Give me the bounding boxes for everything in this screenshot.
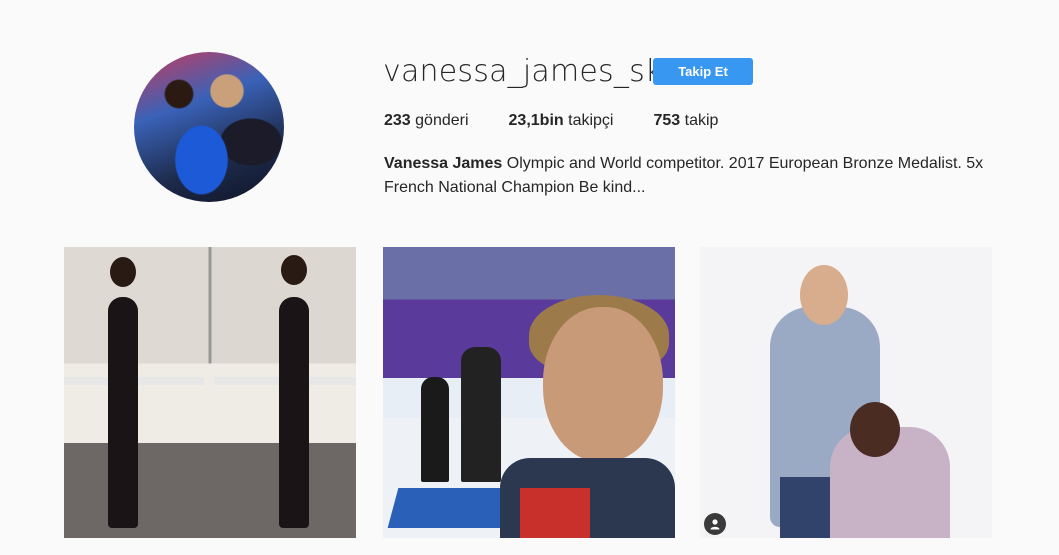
profile-bio: Vanessa James Olympic and World competit… <box>384 152 984 200</box>
followers-label: takipçi <box>568 112 614 129</box>
bio-name: Vanessa James <box>384 155 503 172</box>
following-label: takip <box>684 112 719 129</box>
post-image-flag <box>387 488 519 528</box>
following-stat[interactable]: 753 takip <box>653 112 718 130</box>
profile-stats: 233 gönderi 23,1bin takipçi 753 takip <box>384 112 758 130</box>
post-thumbnail[interactable] <box>64 247 356 538</box>
user-tag-icon[interactable] <box>704 513 726 535</box>
post-image-figure <box>279 297 309 528</box>
post-image-face <box>543 307 663 462</box>
post-image-jacket-accent <box>520 488 590 538</box>
post-thumbnail[interactable] <box>700 247 992 538</box>
follow-button[interactable]: Takip Et <box>653 58 753 85</box>
posts-stat: 233 gönderi <box>384 112 469 130</box>
posts-label: gönderi <box>415 112 469 129</box>
post-image-head <box>281 255 307 285</box>
followers-count: 23,1bin <box>508 112 564 129</box>
post-image-head <box>110 257 136 287</box>
user-glyph-icon <box>710 519 720 530</box>
post-image-skater <box>421 377 449 482</box>
profile-username: vanessa_james_sk8 <box>383 54 682 89</box>
post-image-figure <box>108 297 138 528</box>
following-count: 753 <box>653 112 681 129</box>
profile-avatar[interactable] <box>134 52 284 202</box>
post-thumbnail[interactable] <box>383 247 675 538</box>
followers-stat[interactable]: 23,1bin takipçi <box>509 112 614 130</box>
post-image-man-head <box>800 265 848 325</box>
post-image-skater <box>461 347 501 482</box>
post-image-woman-head <box>850 402 900 457</box>
posts-count: 233 <box>384 112 411 129</box>
